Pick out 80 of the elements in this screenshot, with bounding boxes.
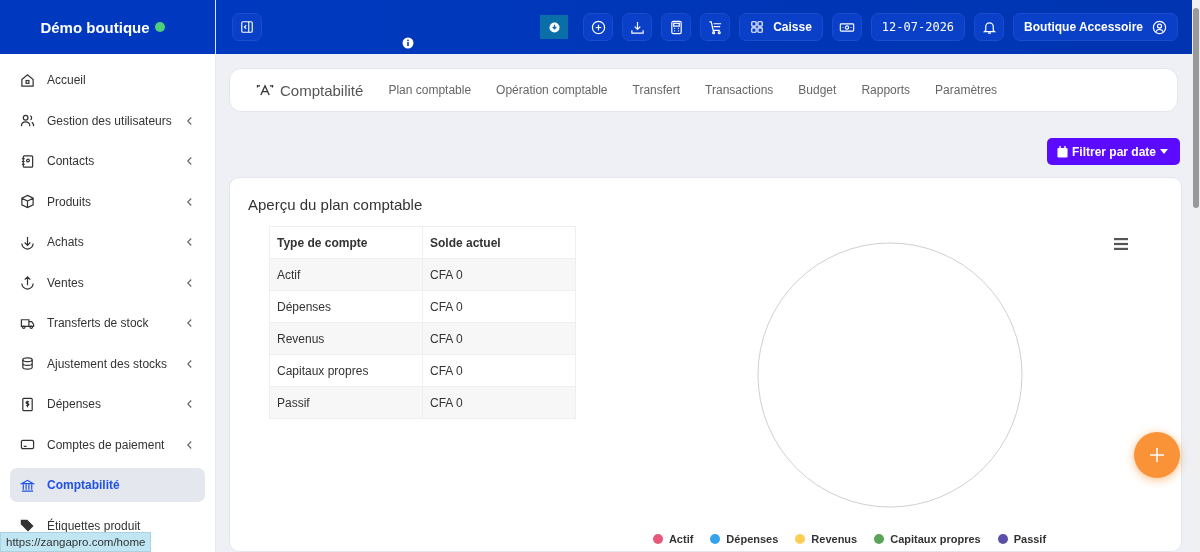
accounting-icon [255, 83, 275, 97]
user-avatar-icon [1152, 19, 1167, 35]
download-icon [629, 19, 645, 35]
table-cell: CFA 0 [422, 290, 576, 323]
legend-item[interactable]: Actif [652, 533, 694, 545]
table-cell: Capitaux propres [269, 354, 423, 387]
caret-icon [1160, 149, 1168, 154]
table-cell: CFA 0 [422, 386, 576, 419]
store-name: Démo boutique [40, 18, 150, 36]
calculator-button[interactable] [661, 13, 692, 41]
download-button[interactable] [622, 13, 653, 41]
sidebar-toggle-button[interactable] [232, 13, 262, 41]
card-title: Aperçu du plan comptable [248, 196, 424, 213]
table-cell: CFA 0 [422, 354, 576, 387]
table-cell: Passif [269, 386, 423, 419]
table-cell: Revenus [269, 322, 423, 355]
update-button[interactable] [540, 15, 569, 39]
sidebar-item[interactable]: Achats [10, 225, 205, 259]
date-button[interactable]: 12-07-2026 [870, 13, 966, 41]
sidebar-item[interactable]: Ventes [10, 265, 205, 300]
nav-tab[interactable]: Paramètres [935, 83, 998, 97]
receipt-icon [20, 396, 35, 412]
cash-button[interactable] [831, 13, 862, 41]
notifications-button[interactable] [974, 13, 1005, 41]
column-header: Solde actuel [422, 226, 576, 259]
grid-icon [750, 20, 765, 34]
legend-item[interactable]: Revenus [795, 533, 858, 545]
filter-by-date-button[interactable]: Filtrer par date [1046, 138, 1180, 165]
sidebar-item[interactable]: Produits [10, 184, 205, 219]
cart-button[interactable] [700, 13, 731, 41]
legend-label: Dépenses [726, 533, 779, 545]
menu-icon[interactable] [1114, 238, 1128, 250]
sidebar-item[interactable]: Comptabilité [10, 468, 205, 502]
info-icon [402, 37, 414, 49]
house-icon [20, 72, 35, 88]
nav-tab[interactable]: Budget [798, 83, 837, 97]
scrollbar[interactable] [1192, 0, 1200, 552]
table-cell: CFA 0 [422, 322, 576, 355]
bank-icon [20, 477, 35, 493]
bell-icon [981, 19, 997, 35]
nav-tab[interactable]: Opération comptable [496, 83, 608, 97]
legend-label: Revenus [811, 533, 858, 545]
arrow-up-icon [20, 275, 35, 290]
column-header: Type de compte [269, 226, 423, 259]
box-icon [20, 194, 35, 209]
sidebar-item[interactable]: Ajustement des stocks [10, 346, 205, 381]
sidebar-item[interactable]: Transferts de stock [10, 306, 205, 340]
section-title: Comptabilité [280, 81, 364, 99]
contact-book-icon [20, 153, 35, 169]
download-circle-icon [548, 21, 560, 33]
arrow-down-icon [20, 234, 35, 250]
nav-tab[interactable]: Transactions [705, 83, 774, 97]
table-cell: CFA 0 [422, 258, 576, 291]
sidebar-item[interactable]: Accueil [10, 63, 205, 97]
table-cell: Actif [269, 258, 423, 291]
legend-item[interactable]: Passif [997, 533, 1047, 545]
calculator-icon [668, 19, 684, 35]
plus-circle-icon [590, 19, 606, 35]
sidebar-item[interactable]: Gestion des utilisateurs [10, 103, 205, 138]
nav-tab[interactable]: Rapports [861, 83, 911, 97]
cart-icon [707, 19, 723, 35]
legend-label: Actif [668, 533, 694, 545]
nav-tab[interactable]: Plan comptable [388, 83, 472, 97]
sidebar-panel-icon [240, 20, 254, 34]
plus-icon [1149, 447, 1165, 463]
users-icon [20, 113, 35, 128]
sidebar-item[interactable]: Comptes de paiement [10, 427, 205, 462]
database-icon [20, 356, 35, 371]
legend-label: Passif [1013, 533, 1047, 545]
pos-button[interactable]: Caisse [739, 13, 823, 41]
sidebar-item[interactable]: Contacts [10, 144, 205, 178]
table-cell: Dépenses [269, 290, 423, 323]
card-icon [20, 437, 35, 452]
add-button[interactable] [583, 13, 614, 41]
nav-tab[interactable]: Transfert [632, 83, 681, 97]
legend-item[interactable]: Dépenses [710, 533, 779, 545]
user-menu-button[interactable]: Boutique Accessoire [1013, 13, 1178, 41]
status-url-tooltip: https://zangapro.com/home [0, 532, 152, 552]
sidebar-item[interactable]: Dépenses [10, 387, 205, 421]
calendar-icon [1056, 145, 1068, 158]
